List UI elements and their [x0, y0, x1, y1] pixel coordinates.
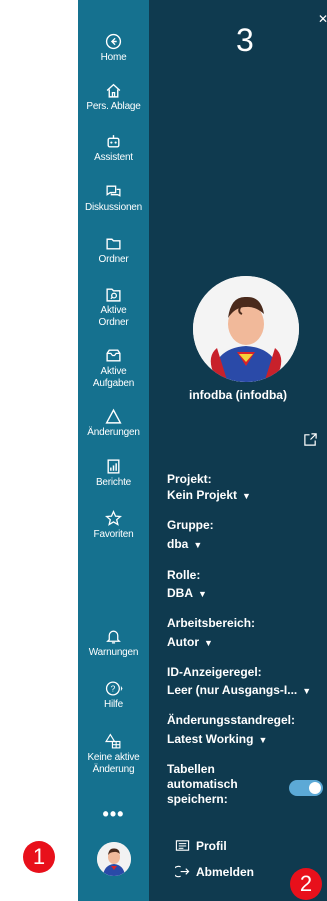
abmelden-link[interactable]: Abmelden [175, 864, 254, 879]
folder-icon [106, 238, 121, 250]
nav-keine-aktive-aenderung[interactable]: Keine aktive Änderung [78, 733, 149, 776]
nav-aenderungen-label: Änderungen [87, 427, 140, 438]
user-avatar-image-large [193, 276, 299, 382]
pin-icon[interactable]: ✕ [318, 12, 327, 26]
autosave-toggle[interactable] [289, 780, 323, 796]
nav-warnungen-label: Warnungen [88, 647, 139, 658]
change-grid-icon [105, 733, 121, 749]
nav-ordner-label: Ordner [98, 254, 129, 265]
bell-icon [106, 630, 121, 644]
triangle-icon [105, 408, 122, 424]
step-marker-1: 1 [23, 841, 55, 873]
profile-card-icon [175, 840, 190, 851]
id-anzeigeregel-select[interactable]: Leer (nur Ausgangs-I... ▼ [167, 683, 311, 697]
home-icon [105, 33, 122, 50]
aenderungsstandregel-label: Änderungsstandregel: [167, 713, 296, 727]
nav-aktive-ordner[interactable]: Aktive Ordner [78, 286, 149, 329]
rolle-value: DBA [167, 586, 193, 600]
nav-home[interactable]: Home [78, 33, 149, 64]
chevron-down-icon: ▼ [204, 638, 213, 648]
user-avatar-image [97, 842, 131, 876]
nav-berichte[interactable]: Berichte [78, 458, 149, 489]
arbeitsbereich-value: Autor [167, 635, 199, 649]
nav-berichte-label: Berichte [95, 477, 132, 488]
id-anzeigeregel-label: ID-Anzeigeregel: [167, 665, 262, 679]
profil-link[interactable]: Profil [175, 838, 227, 853]
arbeitsbereich-select[interactable]: Autor ▼ [167, 635, 213, 649]
abmelden-label: Abmelden [196, 864, 255, 879]
nav-aktive-ordner-label: Aktive Ordner [98, 305, 129, 328]
nav-favoriten[interactable]: Favoriten [78, 510, 149, 541]
nav-assistent[interactable]: Assistent [78, 133, 149, 164]
nav-hilfe[interactable]: ? Hilfe [78, 680, 149, 711]
projekt-value: Kein Projekt [167, 488, 238, 502]
projekt-label: Projekt: [167, 472, 212, 486]
nav-assistent-label: Assistent [94, 152, 133, 163]
id-anzeigeregel-value: Leer (nur Ausgangs-I... [167, 683, 298, 697]
nav-hilfe-label: Hilfe [103, 699, 123, 710]
user-name: infodba (infodba) [189, 388, 287, 402]
toggle-knob [309, 782, 321, 794]
active-folder-icon [106, 288, 121, 302]
chevron-down-icon: ▼ [193, 540, 203, 550]
step-marker-3: 3 [236, 22, 254, 58]
rolle-label: Rolle: [167, 568, 201, 582]
chevron-down-icon: ▼ [302, 686, 312, 696]
chevron-down-icon: ▼ [242, 491, 251, 501]
gruppe-label: Gruppe: [167, 518, 214, 532]
nav-favoriten-label: Favoriten [93, 529, 134, 540]
more-menu-button[interactable]: ••• [78, 805, 149, 823]
inbox-icon [106, 349, 121, 362]
avatar[interactable] [97, 842, 131, 876]
chevron-down-icon: ▼ [198, 589, 207, 599]
svg-text:?: ? [110, 684, 115, 694]
robot-icon [107, 135, 120, 148]
chevron-down-icon: ▼ [258, 735, 268, 745]
nav-diskussionen[interactable]: Diskussionen [78, 183, 149, 214]
nav-pers-ablage-label: Pers. Ablage [86, 101, 141, 112]
gruppe-value: dba [167, 537, 189, 551]
report-icon [107, 459, 120, 474]
logout-icon [175, 865, 190, 878]
nav-aktive-aufgaben[interactable]: Aktive Aufgaben [78, 347, 149, 390]
aenderungsstandregel-value: Latest Working [167, 732, 254, 746]
nav-diskussionen-label: Diskussionen [84, 202, 143, 213]
nav-aenderungen[interactable]: Änderungen [78, 408, 149, 439]
house-icon [106, 83, 121, 98]
profil-label: Profil [196, 838, 227, 853]
nav-home-label: Home [100, 52, 127, 63]
arbeitsbereich-label: Arbeitsbereich: [167, 616, 256, 630]
rolle-select[interactable]: DBA ▼ [167, 586, 207, 600]
nav-ordner[interactable]: Ordner [78, 235, 149, 266]
nav-keine-aktive-aenderung-label: Keine aktive Änderung [87, 752, 140, 775]
help-icon: ? [105, 681, 122, 696]
aenderungsstandregel-select[interactable]: Latest Working ▼ [167, 732, 267, 746]
step-marker-2: 2 [290, 868, 322, 900]
projekt-select[interactable]: Kein Projekt ▼ [167, 488, 251, 502]
popout-icon[interactable] [303, 432, 318, 447]
star-icon [105, 510, 122, 526]
chat-bubbles-icon [106, 185, 121, 197]
user-profile-avatar [193, 276, 299, 382]
gruppe-select[interactable]: dba ▼ [167, 537, 202, 551]
nav-pers-ablage[interactable]: Pers. Ablage [78, 82, 149, 113]
nav-warnungen[interactable]: Warnungen [78, 628, 149, 659]
autosave-label: Tabellen automatisch speichern: [167, 762, 238, 806]
nav-aktive-aufgaben-label: Aktive Aufgaben [92, 366, 135, 389]
